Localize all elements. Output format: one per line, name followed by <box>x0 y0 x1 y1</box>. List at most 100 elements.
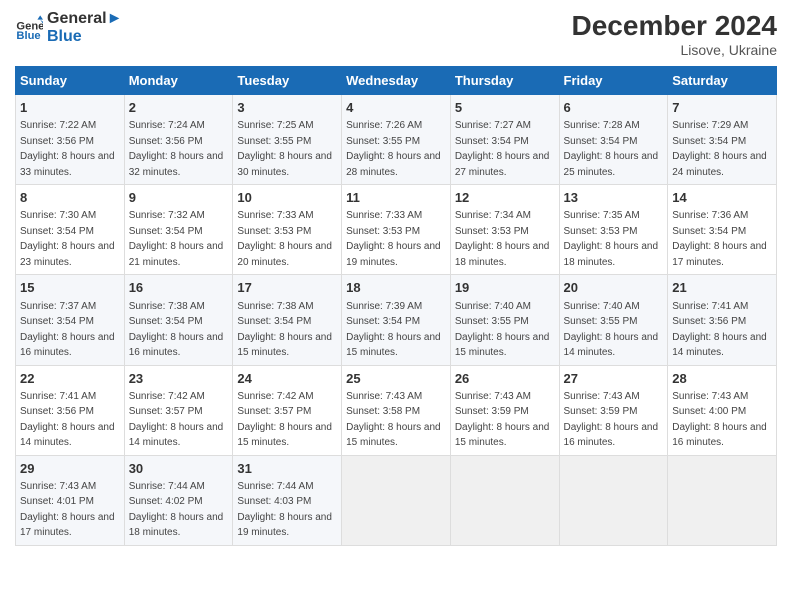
day-number: 17 <box>237 279 337 297</box>
day-info: Sunrise: 7:32 AMSunset: 3:54 PMDaylight:… <box>129 210 224 268</box>
title-area: December 2024 Lisove, Ukraine <box>572 10 777 58</box>
day-info: Sunrise: 7:36 AMSunset: 3:54 PMDaylight:… <box>672 210 767 268</box>
day-info: Sunrise: 7:24 AMSunset: 3:56 PMDaylight:… <box>129 120 224 178</box>
day-number: 15 <box>20 279 120 297</box>
day-cell-23: 23 Sunrise: 7:42 AMSunset: 3:57 PMDayligh… <box>124 365 233 455</box>
day-cell-17: 17Sunrise: 7:38 AMSunset: 3:54 PMDayligh… <box>233 275 342 365</box>
day-info: Sunrise: 7:40 AMSunset: 3:55 PMDaylight:… <box>455 301 550 359</box>
day-info: Sunrise: 7:38 AMSunset: 3:54 PMDaylight:… <box>129 301 224 359</box>
day-cell-27: 27 Sunrise: 7:43 AMSunset: 3:59 PMDayligh… <box>559 365 668 455</box>
day-info: Sunrise: 7:37 AMSunset: 3:54 PMDaylight:… <box>20 301 115 359</box>
day-info: Sunrise: 7:26 AMSunset: 3:55 PMDaylight:… <box>346 120 441 178</box>
day-info: Sunrise: 7:29 AMSunset: 3:54 PMDaylight:… <box>672 120 767 178</box>
day-number: 27 <box>564 370 664 388</box>
day-cell-21: 21 Sunrise: 7:41 AMSunset: 3:56 PMDayligh… <box>668 275 777 365</box>
day-cell-30: 30 Sunrise: 7:44 AMSunset: 4:02 PMDayligh… <box>124 455 233 545</box>
empty-cell <box>450 455 559 545</box>
empty-cell <box>668 455 777 545</box>
week-row-1: 8Sunrise: 7:30 AMSunset: 3:54 PMDaylight… <box>16 185 777 275</box>
day-cell-20: 20 Sunrise: 7:40 AMSunset: 3:55 PMDayligh… <box>559 275 668 365</box>
day-info: Sunrise: 7:43 AMSunset: 3:58 PMDaylight:… <box>346 391 441 449</box>
day-info: Sunrise: 7:34 AMSunset: 3:53 PMDaylight:… <box>455 210 550 268</box>
day-number: 14 <box>672 189 772 207</box>
day-number: 29 <box>20 460 120 478</box>
day-number: 8 <box>20 189 120 207</box>
day-info: Sunrise: 7:40 AMSunset: 3:55 PMDaylight:… <box>564 301 659 359</box>
day-cell-1: 1 Sunrise: 7:22 AMSunset: 3:56 PMDaylight… <box>16 95 125 185</box>
day-cell-4: 4 Sunrise: 7:26 AMSunset: 3:55 PMDaylight… <box>342 95 451 185</box>
day-cell-29: 29Sunrise: 7:43 AMSunset: 4:01 PMDayligh… <box>16 455 125 545</box>
logo-general: General► <box>47 10 122 28</box>
day-number: 21 <box>672 279 772 297</box>
logo-icon: General Blue <box>15 14 43 42</box>
header-row: Sunday Monday Tuesday Wednesday Thursday… <box>16 67 777 95</box>
day-cell-14: 14 Sunrise: 7:36 AMSunset: 3:54 PMDayligh… <box>668 185 777 275</box>
page-container: General Blue General► Blue December 2024… <box>0 0 792 556</box>
day-number: 1 <box>20 99 120 117</box>
day-number: 18 <box>346 279 446 297</box>
col-friday: Friday <box>559 67 668 95</box>
day-cell-8: 8Sunrise: 7:30 AMSunset: 3:54 PMDaylight… <box>16 185 125 275</box>
svg-text:Blue: Blue <box>16 30 40 42</box>
day-info: Sunrise: 7:42 AMSunset: 3:57 PMDaylight:… <box>129 391 224 449</box>
col-thursday: Thursday <box>450 67 559 95</box>
day-cell-16: 16 Sunrise: 7:38 AMSunset: 3:54 PMDayligh… <box>124 275 233 365</box>
day-info: Sunrise: 7:41 AMSunset: 3:56 PMDaylight:… <box>672 301 767 359</box>
day-number: 20 <box>564 279 664 297</box>
day-cell-19: 19 Sunrise: 7:40 AMSunset: 3:55 PMDayligh… <box>450 275 559 365</box>
day-info: Sunrise: 7:22 AMSunset: 3:56 PMDaylight:… <box>20 120 115 178</box>
day-cell-18: 18Sunrise: 7:39 AMSunset: 3:54 PMDayligh… <box>342 275 451 365</box>
day-cell-15: 15 Sunrise: 7:37 AMSunset: 3:54 PMDayligh… <box>16 275 125 365</box>
day-number: 16 <box>129 279 229 297</box>
day-info: Sunrise: 7:28 AMSunset: 3:54 PMDaylight:… <box>564 120 659 178</box>
col-sunday: Sunday <box>16 67 125 95</box>
week-row-0: 1 Sunrise: 7:22 AMSunset: 3:56 PMDaylight… <box>16 95 777 185</box>
day-cell-26: 26Sunrise: 7:43 AMSunset: 3:59 PMDayligh… <box>450 365 559 455</box>
day-cell-7: 7 Sunrise: 7:29 AMSunset: 3:54 PMDaylight… <box>668 95 777 185</box>
day-cell-5: 5Sunrise: 7:27 AMSunset: 3:54 PMDaylight… <box>450 95 559 185</box>
day-number: 9 <box>129 189 229 207</box>
day-number: 3 <box>237 99 337 117</box>
day-number: 25 <box>346 370 446 388</box>
day-number: 26 <box>455 370 555 388</box>
day-info: Sunrise: 7:43 AMSunset: 3:59 PMDaylight:… <box>564 391 659 449</box>
day-info: Sunrise: 7:33 AMSunset: 3:53 PMDaylight:… <box>346 210 441 268</box>
week-row-3: 22 Sunrise: 7:41 AMSunset: 3:56 PMDayligh… <box>16 365 777 455</box>
logo: General Blue General► Blue <box>15 10 122 45</box>
day-number: 2 <box>129 99 229 117</box>
day-cell-2: 2 Sunrise: 7:24 AMSunset: 3:56 PMDaylight… <box>124 95 233 185</box>
day-info: Sunrise: 7:44 AMSunset: 4:02 PMDaylight:… <box>129 481 224 539</box>
month-title: December 2024 <box>572 10 777 42</box>
day-cell-3: 3 Sunrise: 7:25 AMSunset: 3:55 PMDaylight… <box>233 95 342 185</box>
day-info: Sunrise: 7:25 AMSunset: 3:55 PMDaylight:… <box>237 120 332 178</box>
col-wednesday: Wednesday <box>342 67 451 95</box>
location: Lisove, Ukraine <box>572 42 777 58</box>
day-number: 28 <box>672 370 772 388</box>
day-cell-25: 25 Sunrise: 7:43 AMSunset: 3:58 PMDayligh… <box>342 365 451 455</box>
day-cell-22: 22 Sunrise: 7:41 AMSunset: 3:56 PMDayligh… <box>16 365 125 455</box>
day-cell-13: 13Sunrise: 7:35 AMSunset: 3:53 PMDayligh… <box>559 185 668 275</box>
day-info: Sunrise: 7:41 AMSunset: 3:56 PMDaylight:… <box>20 391 115 449</box>
logo-blue: Blue <box>47 28 122 46</box>
calendar-table: Sunday Monday Tuesday Wednesday Thursday… <box>15 66 777 546</box>
day-number: 4 <box>346 99 446 117</box>
week-row-2: 15 Sunrise: 7:37 AMSunset: 3:54 PMDayligh… <box>16 275 777 365</box>
day-cell-28: 28Sunrise: 7:43 AMSunset: 4:00 PMDayligh… <box>668 365 777 455</box>
col-saturday: Saturday <box>668 67 777 95</box>
day-number: 7 <box>672 99 772 117</box>
day-info: Sunrise: 7:35 AMSunset: 3:53 PMDaylight:… <box>564 210 659 268</box>
day-number: 11 <box>346 189 446 207</box>
day-number: 19 <box>455 279 555 297</box>
day-number: 30 <box>129 460 229 478</box>
day-number: 10 <box>237 189 337 207</box>
day-cell-9: 9 Sunrise: 7:32 AMSunset: 3:54 PMDaylight… <box>124 185 233 275</box>
day-number: 23 <box>129 370 229 388</box>
day-number: 22 <box>20 370 120 388</box>
col-monday: Monday <box>124 67 233 95</box>
day-cell-31: 31Sunrise: 7:44 AMSunset: 4:03 PMDayligh… <box>233 455 342 545</box>
day-number: 5 <box>455 99 555 117</box>
day-cell-11: 11 Sunrise: 7:33 AMSunset: 3:53 PMDayligh… <box>342 185 451 275</box>
page-header: General Blue General► Blue December 2024… <box>15 10 777 58</box>
week-row-4: 29Sunrise: 7:43 AMSunset: 4:01 PMDayligh… <box>16 455 777 545</box>
day-info: Sunrise: 7:42 AMSunset: 3:57 PMDaylight:… <box>237 391 332 449</box>
